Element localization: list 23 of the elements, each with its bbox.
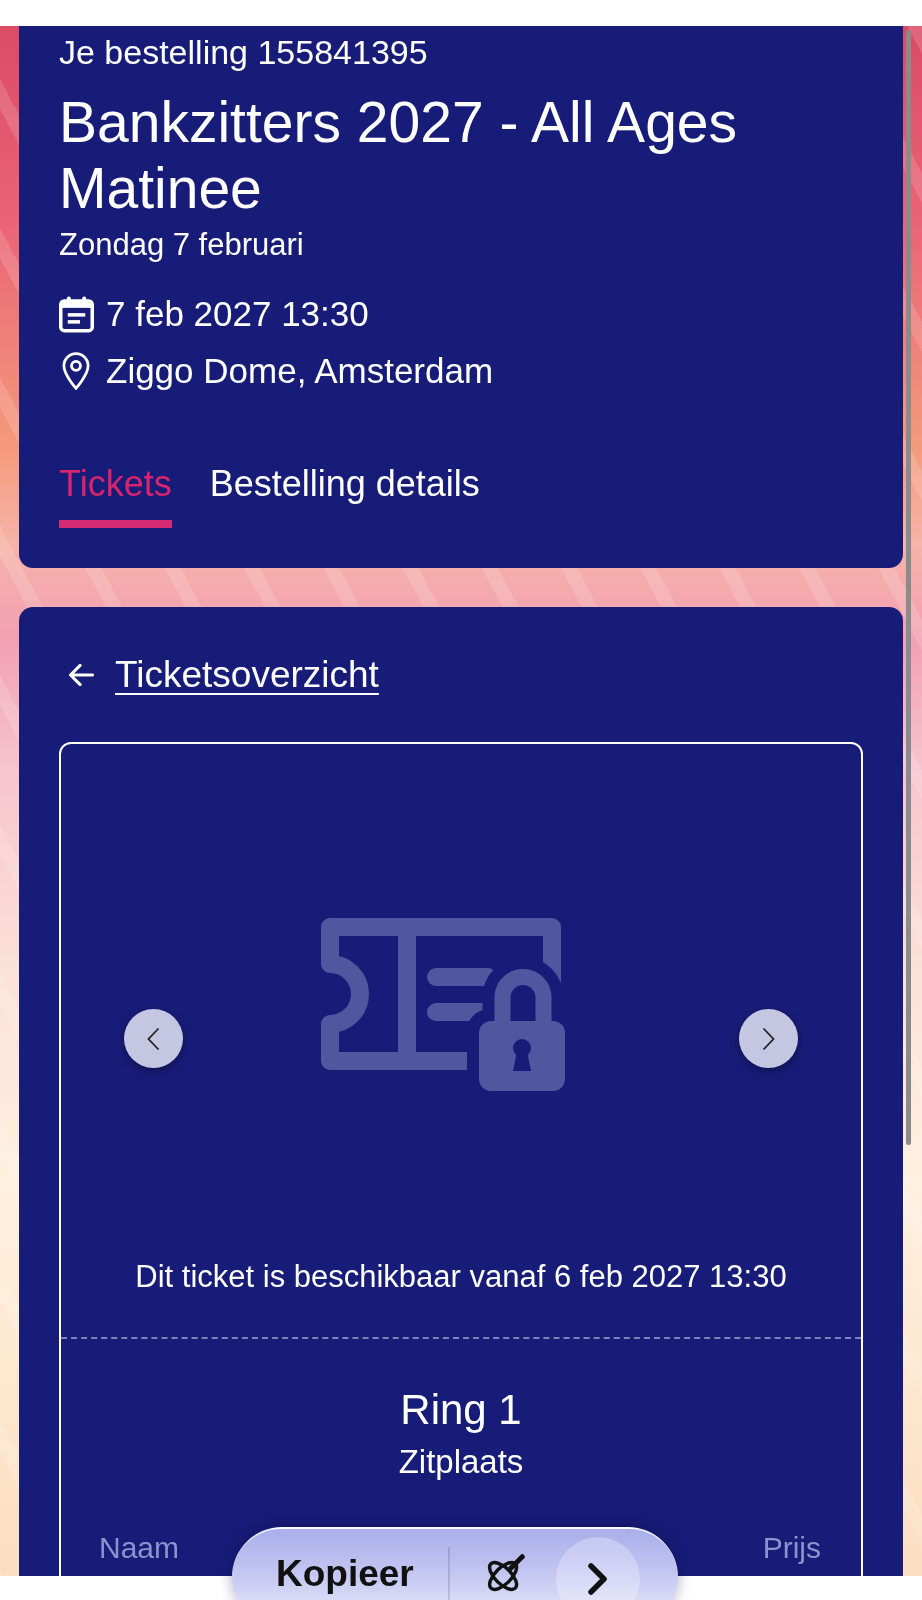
next-button[interactable]: [739, 1009, 798, 1068]
column-heading: Prijs: [762, 1530, 821, 1566]
ticket-lock-icon: [321, 918, 567, 1093]
section-name: Ring 1: [399, 1385, 523, 1435]
event-venue: Ziggo Dome, Amsterdam: [106, 351, 494, 391]
location-pin-icon: [61, 352, 91, 390]
arrow-left-icon: [69, 664, 94, 686]
chevron-left-icon: [147, 1026, 160, 1051]
event-title: Bankzitters 2027 - All Ages Matinee: [59, 89, 739, 221]
chevron-right-icon: [762, 1026, 775, 1051]
availability-text: Dit ticket is beschikbaar vanaf 6 feb 2027 13:30: [134, 1259, 788, 1296]
tab[interactable]: Bestelling details: [209, 464, 480, 528]
scrollbar-thumb[interactable]: [906, 30, 911, 1145]
calendar-icon: [59, 295, 94, 333]
seat-type: Zitplaats: [397, 1443, 525, 1480]
order-number: Je bestelling 155841395: [59, 32, 429, 73]
copy-button[interactable]: Kopieer: [276, 1553, 414, 1595]
event-day: Zondag 7 februari: [59, 226, 863, 263]
event-datetime: 7 feb 2027 13:30: [106, 294, 369, 334]
column-heading: Naam: [99, 1530, 180, 1566]
chevron-right-icon: [586, 1562, 609, 1596]
previous-button[interactable]: [124, 1009, 183, 1068]
back-link[interactable]: Ticketsoverzicht: [69, 654, 379, 696]
